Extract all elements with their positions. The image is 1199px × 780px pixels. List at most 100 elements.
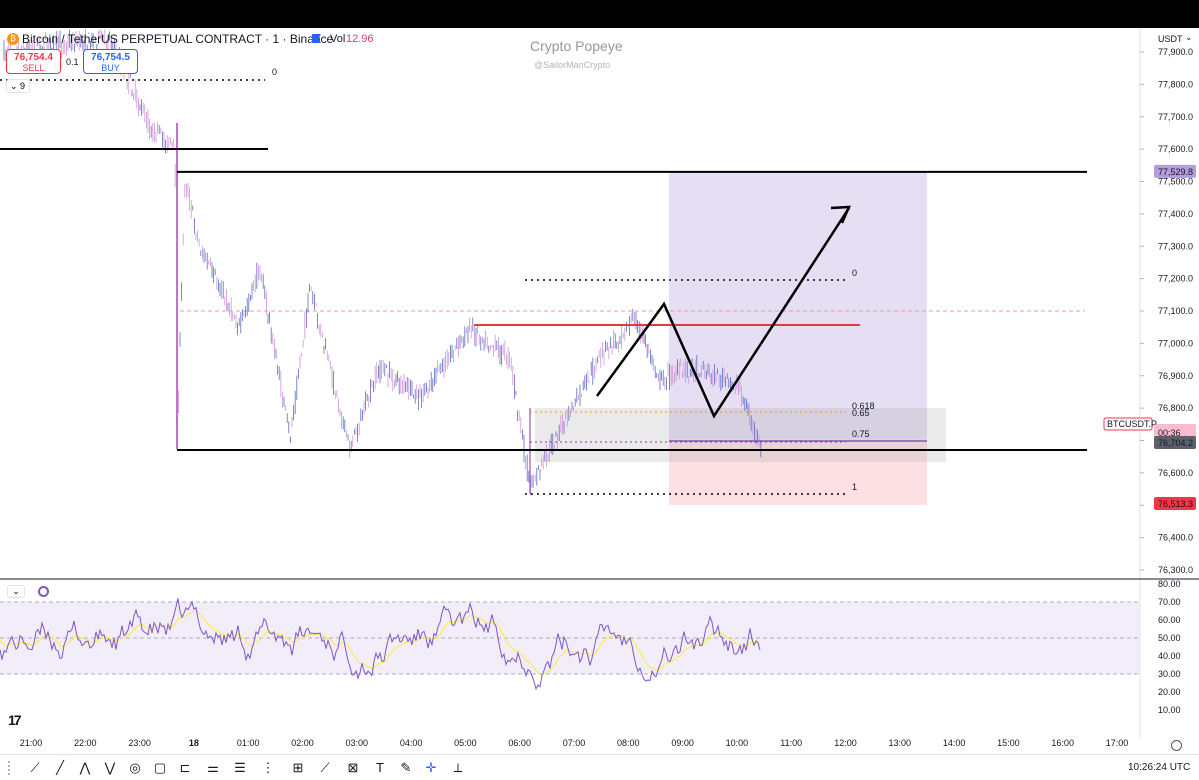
price-tick-label: 77,500.0 (1158, 177, 1193, 187)
fib-label-one: 1 (852, 482, 857, 492)
time-tick-label: 07:00 (563, 738, 586, 748)
rsi-tick-label: 20.00 (1158, 687, 1181, 697)
shapes-icon[interactable]: ▢ (152, 760, 168, 776)
time-tick-label: 09:00 (671, 738, 694, 748)
indicator-count: 9 (20, 81, 26, 91)
watermark-title: Crypto Popeye (530, 38, 623, 54)
drawing-toolbar: ⟋ ╱ ⋀ ⋁ ◎ ▢ ⊏ ⚌ ☰ ⋮ ⊞ ⟋ ⊠ T ✎ ✛ ⟂ 10:26:… (0, 754, 1199, 780)
time-tick-label: 21:00 (20, 738, 43, 748)
price-tag-bottom: 76,513.3 (1158, 499, 1193, 509)
time-tick-label: 15:00 (997, 738, 1020, 748)
price-tick-label: 77,400.0 (1158, 209, 1193, 219)
rectangle-icon[interactable]: ⊏ (177, 760, 193, 776)
rsi-tick-label: 30.00 (1158, 669, 1181, 679)
text-icon[interactable]: T (372, 760, 388, 776)
rsi-tick-label: 10.00 (1158, 705, 1181, 715)
time-tick-label: 22:00 (74, 738, 97, 748)
magnet-icon[interactable]: ✛ (423, 760, 439, 776)
price-tick-label: 76,400.0 (1158, 533, 1193, 543)
ticker-tag: BTCUSDT.P (1107, 419, 1157, 429)
price-tick-label: 77,000.0 (1158, 338, 1193, 348)
time-tick-label: 04:00 (400, 738, 423, 748)
time-tick-label: 17:00 (1106, 738, 1129, 748)
chevron-down-icon: ⌄ (10, 81, 18, 91)
price-tick-label: 77,900.0 (1158, 47, 1193, 57)
time-tick-label: 06:00 (508, 738, 531, 748)
currency-chevron-icon[interactable]: ⌄ (1185, 32, 1193, 43)
rsi-settings-icon[interactable] (38, 586, 49, 597)
spread-value: 0.1 (66, 57, 79, 67)
watermark-handle: @SailorManCrypto (534, 60, 611, 70)
price-tick-label: 76,900.0 (1158, 371, 1193, 381)
price-tick-label: 77,200.0 (1158, 274, 1193, 284)
price-tag-mid: 76,704.2 (1158, 438, 1193, 448)
indicators-toggle[interactable]: ⌄ 9 (6, 79, 30, 93)
tradingview-screen: 77,900.0 77,800.0 77,700.0 77,600.0 77,500.0… (0, 0, 1199, 780)
fib-label-zero: 0 (852, 268, 857, 278)
time-tick-label: 12:00 (834, 738, 857, 748)
rsi-collapse-button[interactable]: ⌄ (7, 585, 25, 598)
chart-area[interactable]: 77,900.0 77,800.0 77,700.0 77,600.0 77,500.0… (0, 28, 1199, 754)
price-tick-label: 77,300.0 (1158, 241, 1193, 251)
price-tick-label: 76,800.0 (1158, 403, 1193, 413)
top-black-bar (0, 0, 1199, 28)
pitchfork-icon[interactable]: ⋀ (77, 760, 93, 776)
chevron-down-icon: ⌄ (12, 586, 20, 596)
fib-label-75: 0.75 (852, 429, 870, 439)
measure-icon[interactable]: ⚌ (205, 760, 221, 776)
time-tick-label: 05:00 (454, 738, 477, 748)
sell-button[interactable]: 76,754.4 SELL (6, 49, 61, 74)
time-tick-label: 18 (189, 738, 199, 748)
time-tick-label: 10:00 (726, 738, 749, 748)
buy-price: 76,754.5 (91, 52, 130, 63)
elliott-icon[interactable]: ⋮ (260, 760, 276, 776)
time-tick-label: 08:00 (617, 738, 640, 748)
rsi-tick-label: 50.00 (1158, 633, 1181, 643)
time-tick-label: 11:00 (780, 738, 802, 748)
time-tick-label: 03:00 (346, 738, 369, 748)
symbol-icon: ₿ (7, 33, 19, 45)
chart-canvas[interactable]: 77,900.0 77,800.0 77,700.0 77,600.0 77,500.0… (0, 28, 1199, 754)
price-tick-label: 77,700.0 (1158, 112, 1193, 122)
crosshair-icon[interactable]: ⟋ (27, 760, 43, 776)
time-tick-label: 14:00 (943, 738, 966, 748)
price-tick-label: 77,800.0 (1158, 79, 1193, 89)
fib-label-top-zero: 0 (272, 67, 277, 77)
rsi-tick-label: 60.00 (1158, 615, 1181, 625)
price-tick-label: 76,300.0 (1158, 565, 1193, 575)
vol-value: 12.96 (346, 33, 374, 45)
brush-icon[interactable]: ◎ (127, 760, 143, 776)
toolbar-grip-icon (8, 761, 11, 775)
rsi-tick-label: 40.00 (1158, 651, 1181, 661)
trendline-icon[interactable]: ╱ (52, 760, 68, 776)
sell-price: 76,754.4 (14, 52, 53, 63)
gann-icon[interactable]: ⟋ (317, 760, 333, 776)
rsi-tick-label: 80.00 (1158, 579, 1181, 589)
ruler-icon[interactable]: ⟂ (450, 760, 466, 776)
price-tick-label: 76,600.0 (1158, 468, 1193, 478)
buy-label: BUY (101, 63, 120, 73)
time-tick-label: 01:00 (237, 738, 260, 748)
currency-label[interactable]: USDT (1158, 34, 1183, 44)
buy-button[interactable]: 76,754.5 BUY (83, 49, 138, 74)
price-tick-label: 77,100.0 (1158, 306, 1193, 316)
fib-label-65: 0.65 (852, 408, 870, 418)
time-tick-label: 16:00 (1051, 738, 1074, 748)
price-tick-label: 77,600.0 (1158, 144, 1193, 154)
projection-icon[interactable]: ⊞ (290, 760, 306, 776)
fib-icon[interactable]: ☰ (232, 760, 248, 776)
time-tick-label: 23:00 (128, 738, 151, 748)
sell-label: SELL (22, 63, 45, 73)
time-tick-label: 13:00 (889, 738, 912, 748)
marker-icon[interactable]: ✎ (398, 760, 414, 776)
symbol-title[interactable]: Bitcoin / TetherUS PERPETUAL CONTRACT · … (22, 32, 333, 46)
rsi-tick-label: 70.00 (1158, 597, 1181, 607)
time-tick-label: 02:00 (291, 738, 314, 748)
vol-label: Vol (330, 33, 346, 45)
gray-range-box (535, 408, 946, 462)
settings-icon[interactable] (1171, 740, 1182, 751)
forecast-icon[interactable]: ⊠ (345, 760, 361, 776)
tradingview-logo[interactable]: 17 (8, 712, 22, 728)
pattern-icon[interactable]: ⋁ (102, 760, 118, 776)
clock-readout[interactable]: 10:26:24 UTC (1128, 762, 1190, 773)
